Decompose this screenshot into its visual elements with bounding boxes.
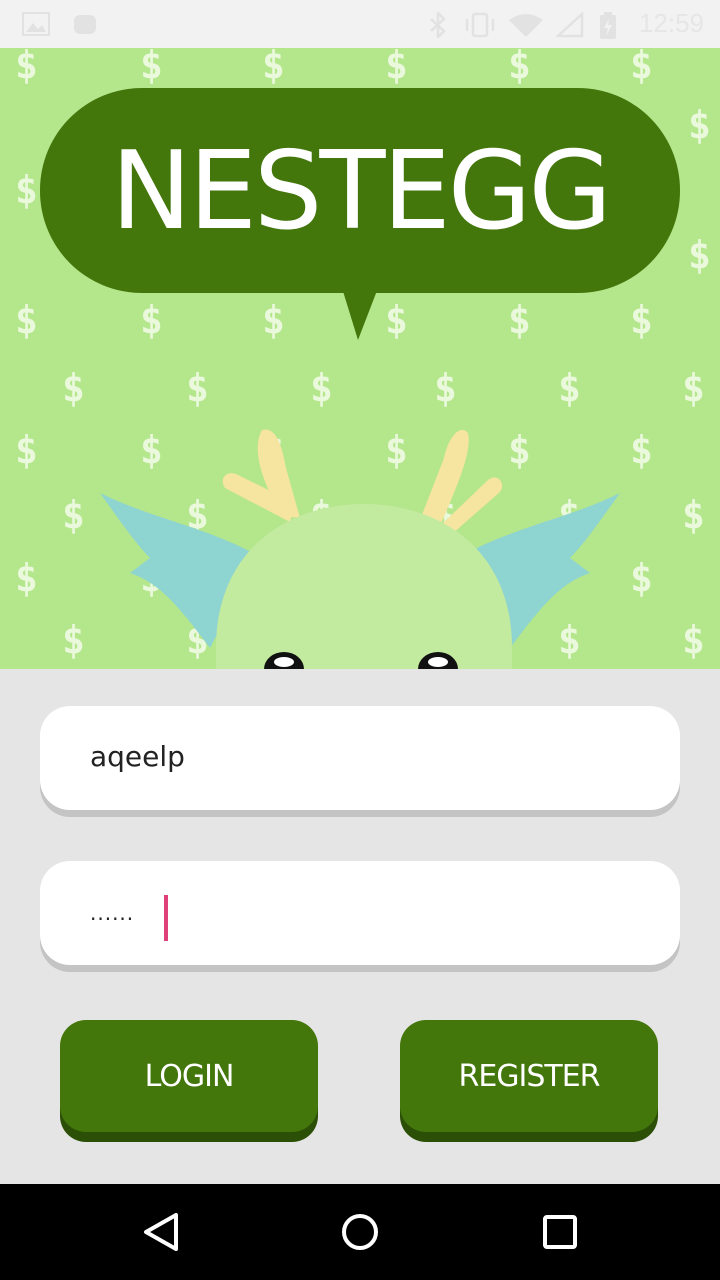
recents-icon[interactable] (542, 1214, 578, 1250)
back-icon[interactable] (142, 1212, 180, 1252)
vibrate-icon (465, 12, 495, 38)
navigation-bar (0, 1184, 720, 1280)
password-value: ...... (90, 901, 135, 925)
bluetooth-icon (430, 12, 446, 38)
image-icon (22, 12, 50, 36)
password-field[interactable]: ...... (40, 861, 680, 965)
app-logo: NESTEGG (110, 129, 612, 254)
status-time: 12:59 (638, 8, 704, 38)
username-field[interactable]: aqeelp (40, 706, 680, 810)
register-button[interactable]: REGISTER (400, 1020, 658, 1132)
hero-banner: $$$$$$$$$$$$$$$$$$$$$$$$$$$$$$$$$$$$$$$$… (0, 48, 720, 669)
home-icon[interactable] (340, 1212, 380, 1252)
wifi-icon (509, 14, 543, 37)
login-form: aqeelp ...... LOGIN REGISTER (0, 669, 720, 1184)
text-cursor (164, 895, 168, 941)
signal-icon (556, 12, 584, 38)
battery-icon (600, 12, 616, 39)
android-icon (74, 15, 96, 34)
username-value: aqeelp (90, 740, 185, 773)
status-bar: 12:59 (0, 0, 720, 48)
login-button[interactable]: LOGIN (60, 1020, 318, 1132)
